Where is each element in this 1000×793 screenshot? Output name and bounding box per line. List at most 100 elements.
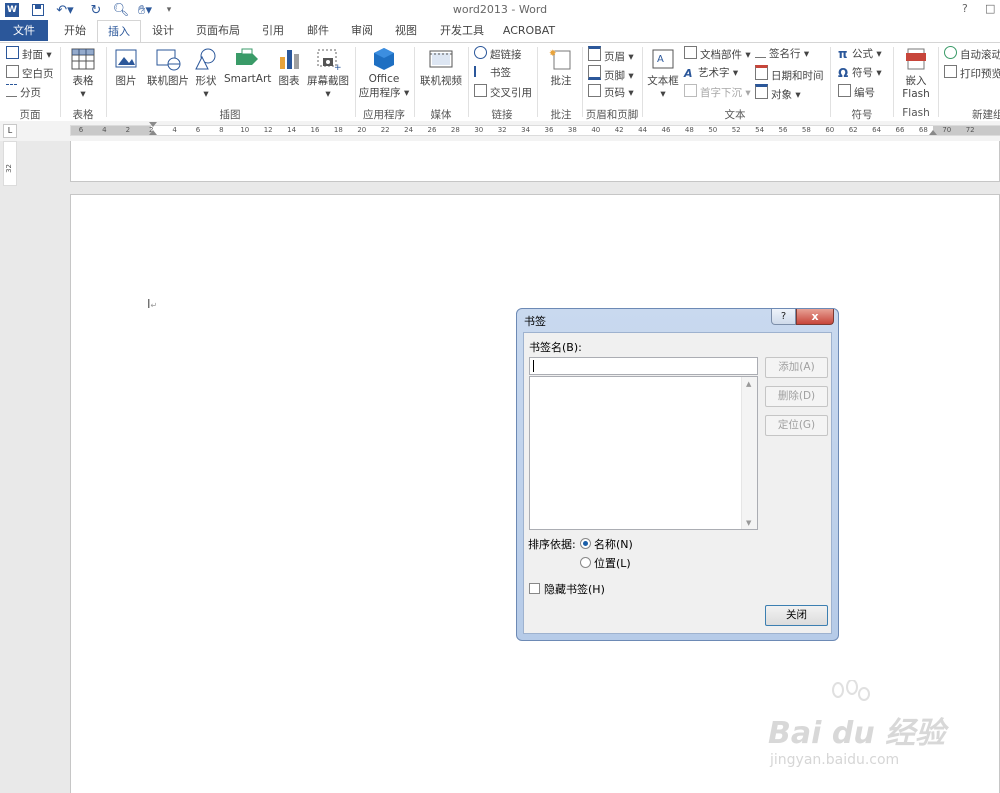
group-label-media: 媒体 xyxy=(430,109,452,121)
ruler-tick: 64 xyxy=(872,126,882,134)
tab-references[interactable]: 引用 xyxy=(255,20,291,41)
autoscroll-button[interactable]: 自动滚动 xyxy=(944,46,1000,63)
dialog-close-button[interactable]: x xyxy=(796,309,834,325)
shapes-button[interactable]: 形状 ▾ xyxy=(193,47,219,100)
tab-selector[interactable]: L xyxy=(3,124,17,138)
group-label-text: 文本 xyxy=(724,109,746,121)
shapes-icon xyxy=(193,47,219,71)
flash-icon xyxy=(903,47,929,71)
ruler-tick: 8 xyxy=(219,126,224,134)
ruler-tick: 24 xyxy=(404,126,414,134)
page-break-button[interactable]: 分页 xyxy=(6,84,41,101)
sort-by-name-radio[interactable] xyxy=(580,538,591,549)
chart-button[interactable]: 图表 xyxy=(275,47,303,88)
dropcap-button[interactable]: 首字下沉 ▾ xyxy=(684,84,751,101)
bookmark-dialog: 书签 ? x 书签名(B): ▲ ▼ 添加(A) 删除(D) 定位(G) 排序依… xyxy=(516,308,839,641)
tab-home[interactable]: 开始 xyxy=(57,20,93,41)
object-button[interactable]: 对象 ▾ xyxy=(755,84,801,101)
ruler-tick: 46 xyxy=(661,126,671,134)
close-button[interactable]: 关闭 xyxy=(765,605,828,626)
sort-by-location-radio[interactable] xyxy=(580,557,591,568)
blank-page-button[interactable]: 空白页 xyxy=(6,65,54,82)
table-button[interactable]: 表格 ▾ xyxy=(66,47,100,100)
header-button[interactable]: 页眉 ▾ xyxy=(588,46,634,63)
object-icon xyxy=(755,84,768,99)
dialog-help-button[interactable]: ? xyxy=(771,309,796,325)
bookmark-button[interactable]: 书签 xyxy=(474,65,511,82)
tab-acrobat[interactable]: ACROBAT xyxy=(498,20,560,41)
embed-flash-button[interactable]: 嵌入 Flash xyxy=(896,47,936,100)
screenshot-button[interactable]: + 屏幕截图 ▾ xyxy=(305,47,351,100)
group-divider xyxy=(468,47,469,117)
bookmark-icon xyxy=(474,66,487,77)
table-icon xyxy=(70,47,96,71)
group-divider xyxy=(893,47,894,117)
number-button[interactable]: 编号 xyxy=(838,84,875,101)
page-number-button[interactable]: 页码 ▾ xyxy=(588,84,634,101)
ruler-tick: 60 xyxy=(825,126,835,134)
tab-developer[interactable]: 开发工具 xyxy=(434,20,490,41)
group-label-symbols: 符号 xyxy=(851,109,873,121)
tab-mailings[interactable]: 邮件 xyxy=(300,20,336,41)
tab-page-layout[interactable]: 页面布局 xyxy=(192,20,244,41)
smartart-icon xyxy=(234,47,260,71)
ruler-tick: 14 xyxy=(287,126,297,134)
comment-icon: ✸ xyxy=(548,47,574,71)
wordart-icon: A xyxy=(684,67,693,80)
ruler-tick: 52 xyxy=(731,126,741,134)
equation-button[interactable]: π 公式 ▾ xyxy=(838,46,882,63)
quick-parts-button[interactable]: 文档部件 ▾ xyxy=(684,46,751,63)
signature-line-button[interactable]: 签名行 ▾ xyxy=(755,46,809,63)
goto-button[interactable]: 定位(G) xyxy=(765,415,828,436)
tab-design[interactable]: 设计 xyxy=(145,20,181,41)
ruler-tick: 62 xyxy=(848,126,858,134)
footer-button[interactable]: 页脚 ▾ xyxy=(588,65,634,82)
tab-insert[interactable]: 插入 xyxy=(97,20,141,43)
scroll-up-icon[interactable]: ▲ xyxy=(746,380,751,388)
tab-review[interactable]: 审阅 xyxy=(344,20,380,41)
tab-view[interactable]: 视图 xyxy=(388,20,424,41)
textbox-icon: A xyxy=(650,47,676,71)
smartart-button[interactable]: SmartArt xyxy=(224,47,271,85)
tab-file[interactable]: 文件 xyxy=(0,20,48,41)
ruler-tick: 30 xyxy=(474,126,484,134)
wordart-button[interactable]: A 艺术字 ▾ xyxy=(684,65,738,82)
date-time-button[interactable]: 日期和时间 xyxy=(755,65,824,82)
hidden-bookmarks-label[interactable]: 隐藏书签(H) xyxy=(544,581,605,597)
sort-by-location-label[interactable]: 位置(L) xyxy=(594,555,631,571)
bookmark-list[interactable]: ▲ ▼ xyxy=(529,376,758,530)
help-button[interactable]: ? xyxy=(962,2,968,15)
group-divider xyxy=(106,47,107,117)
ruler-tick: 32 xyxy=(497,126,507,134)
first-line-indent-marker[interactable] xyxy=(149,122,157,127)
textbox-button[interactable]: A 文本框 ▾ xyxy=(645,47,681,100)
hanging-indent-marker[interactable] xyxy=(149,130,157,135)
delete-button[interactable]: 删除(D) xyxy=(765,386,828,407)
hidden-bookmarks-checkbox[interactable] xyxy=(529,583,540,594)
print-preview-button[interactable]: 打印预览 xyxy=(944,65,1000,82)
symbol-button[interactable]: Ω 符号 ▾ xyxy=(838,65,882,82)
online-picture-button[interactable]: 联机图片 xyxy=(143,47,193,88)
online-video-button[interactable]: 联机视频 xyxy=(417,47,465,88)
right-indent-marker[interactable] xyxy=(929,130,937,135)
hyperlink-button[interactable]: 超链接 xyxy=(474,46,522,63)
quick-parts-icon xyxy=(684,46,697,59)
sort-by-name-label[interactable]: 名称(N) xyxy=(594,536,633,552)
horizontal-ruler[interactable]: 6 4 2 2 4 6 8 10 12 14 16 18 20 22 24 26 28 30 32 34 36 38 40 4… xyxy=(70,122,1000,136)
document-page-previous[interactable] xyxy=(70,141,1000,182)
restore-ribbon-button[interactable]: □ xyxy=(985,2,995,15)
vertical-ruler[interactable]: 32 xyxy=(3,141,17,186)
group-label-links: 链接 xyxy=(491,109,513,121)
scroll-down-icon[interactable]: ▼ xyxy=(746,519,751,527)
bookmark-name-input[interactable] xyxy=(529,357,758,375)
group-label-comments: 批注 xyxy=(550,109,572,121)
comment-button[interactable]: ✸ 批注 xyxy=(543,47,579,88)
office-apps-button[interactable]: Office 应用程序 ▾ xyxy=(358,47,410,100)
add-button[interactable]: 添加(A) xyxy=(765,357,828,378)
bookmark-list-scrollbar[interactable]: ▲ ▼ xyxy=(741,377,757,529)
autoscroll-icon xyxy=(944,46,957,59)
picture-button[interactable]: 图片 xyxy=(110,47,142,88)
cross-reference-button[interactable]: 交叉引用 xyxy=(474,84,532,101)
cover-page-button[interactable]: 封面 ▾ xyxy=(6,46,52,63)
ruler-tick: 6 xyxy=(195,126,201,134)
